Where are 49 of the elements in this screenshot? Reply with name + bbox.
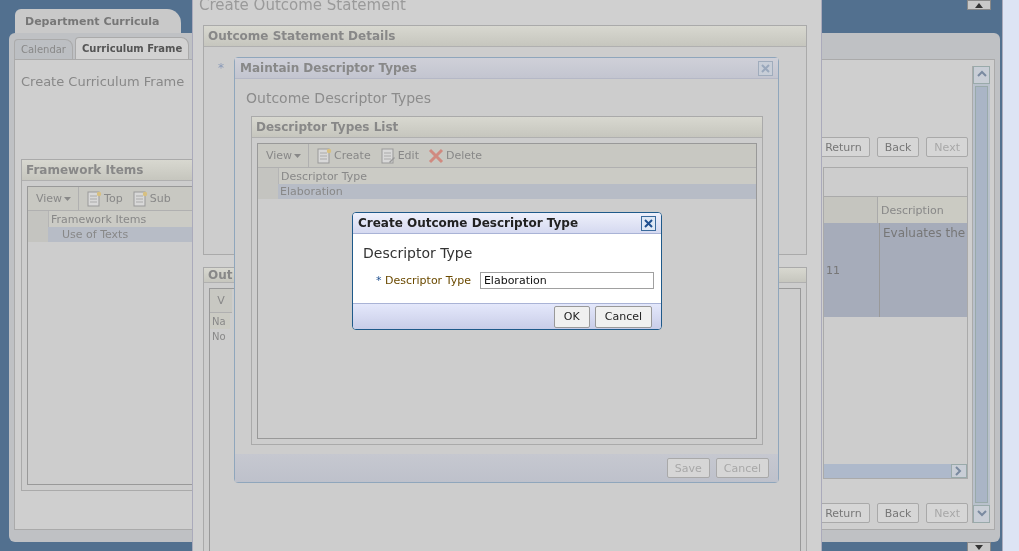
required-mark: * <box>218 60 224 75</box>
panel-title: Outcome Statement Details <box>204 25 806 47</box>
toolbar-button[interactable]: Edit <box>377 147 421 164</box>
delete-x-icon <box>428 147 444 164</box>
section-heading: Descriptor Type <box>362 244 474 261</box>
column-header: Na <box>210 313 230 329</box>
table-cell: Evaluates the <box>879 223 967 317</box>
table-cell-text: 11 <box>825 262 841 279</box>
column-header: Description <box>877 197 967 223</box>
document-pencil-icon <box>379 147 396 164</box>
vertical-scrollbar[interactable] <box>972 66 990 523</box>
toolbar-button[interactable]: Top <box>84 190 125 207</box>
dialog-title: Create Outcome Descriptor Type <box>358 216 579 230</box>
main-tab[interactable]: Department Curricula <box>15 9 182 33</box>
down-triangle-icon <box>975 544 983 550</box>
close-button[interactable] <box>641 215 656 231</box>
toolbar-button[interactable]: View <box>34 192 74 205</box>
empty-message: No <box>211 330 227 344</box>
column-header <box>824 197 877 223</box>
input-field[interactable]: Elaboration <box>479 272 654 289</box>
toolbar-button[interactable]: Delete <box>426 147 485 164</box>
caret-icon <box>64 196 72 201</box>
column-header: Framework Items <box>48 211 192 227</box>
scroll-down-button[interactable] <box>967 542 991 551</box>
nav-button[interactable]: Back <box>876 503 920 523</box>
toolbar-button[interactable]: Create <box>314 147 373 164</box>
horizontal-scrollbar[interactable] <box>824 464 967 478</box>
scroll-up-button[interactable] <box>967 0 991 10</box>
dialog-button[interactable]: Cancel <box>594 305 652 328</box>
nav-button[interactable]: Back <box>876 137 920 157</box>
close-icon <box>644 218 653 228</box>
table-row[interactable]: Use of Texts <box>28 227 192 242</box>
tab[interactable]: Curriculum Frame <box>74 37 190 59</box>
row-header-cell <box>258 184 278 199</box>
toolbar-button[interactable]: Sub <box>129 190 173 207</box>
column-header: Descriptor Type <box>278 168 756 184</box>
dialog-button[interactable]: OK <box>553 305 590 328</box>
field-label: * Descriptor Type <box>376 274 471 287</box>
row-header-cell <box>28 227 48 242</box>
toolbar-button[interactable]: View <box>264 149 304 162</box>
caret-icon <box>294 153 302 158</box>
section-heading: Outcome Descriptor Types <box>245 89 432 106</box>
tab[interactable]: Calendar <box>14 39 73 59</box>
close-icon <box>761 63 770 73</box>
page-title: Create Curriculum Frame <box>21 73 185 89</box>
table-row[interactable]: Elaboration <box>258 184 756 199</box>
up-triangle-icon <box>975 2 983 8</box>
dialog-title: Maintain Descriptor Types <box>240 61 417 75</box>
panel-title: Descriptor Types List <box>252 117 762 138</box>
